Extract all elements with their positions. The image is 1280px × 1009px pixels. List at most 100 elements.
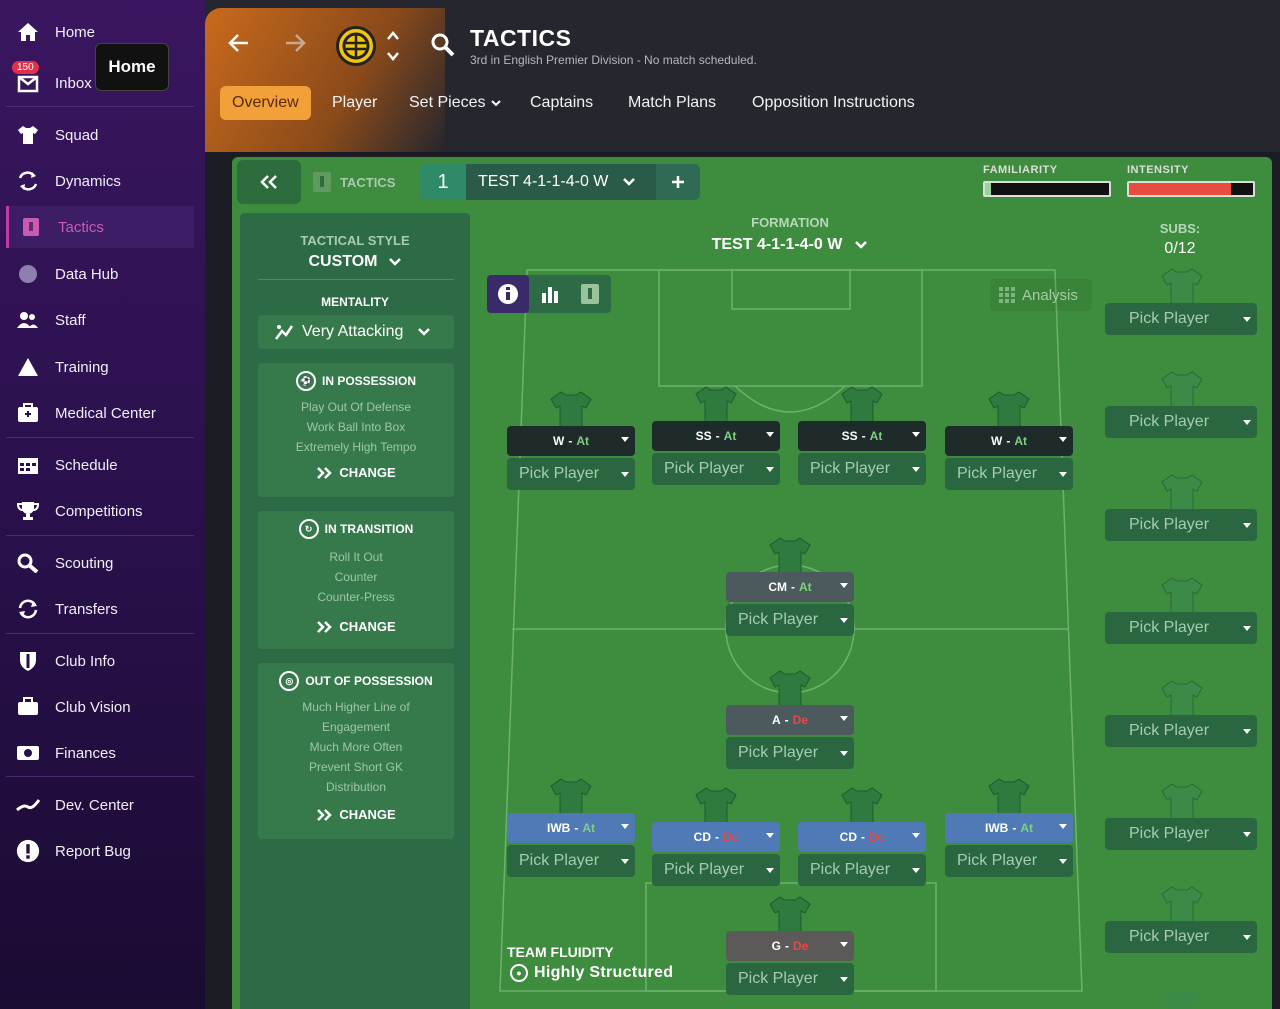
nav-label: Schedule — [55, 456, 118, 474]
pick-player-dropdown[interactable]: Pick Player — [945, 458, 1073, 490]
nav-competitions[interactable]: Competitions — [6, 490, 194, 532]
pick-player-dropdown[interactable]: Pick Player — [1105, 818, 1257, 850]
shirt-icon — [769, 537, 811, 576]
pick-player-dropdown[interactable]: Pick Player — [1105, 303, 1257, 335]
tab-opposition-instructions[interactable]: Opposition Instructions — [752, 86, 915, 120]
player-slot: G - De Pick Player — [726, 896, 854, 997]
pick-player-label: Pick Player — [519, 465, 600, 482]
tactics-icon — [313, 172, 331, 192]
nav-training[interactable]: Training — [6, 346, 194, 388]
analysis-button[interactable]: Analysis — [990, 279, 1092, 311]
nav-medical-center[interactable]: Medical Center — [6, 392, 194, 434]
pick-player-dropdown[interactable]: Pick Player — [507, 458, 635, 490]
pick-player-dropdown[interactable]: Pick Player — [1105, 509, 1257, 541]
pick-player-dropdown[interactable]: Pick Player — [798, 453, 926, 485]
role-dropdown[interactable]: SS - At — [798, 421, 926, 451]
in-possession-heading: ⚽ IN POSSESSION — [258, 371, 454, 391]
role-dropdown[interactable]: W - At — [507, 426, 635, 456]
tab-label: Captains — [530, 94, 594, 111]
role-dropdown[interactable]: CD - De — [652, 822, 780, 852]
sub-slot: Pick Player — [1105, 612, 1257, 644]
role-dropdown[interactable]: CD - De — [798, 822, 926, 852]
pick-player-dropdown[interactable]: Pick Player — [1105, 406, 1257, 438]
role-dropdown[interactable]: G - De — [726, 931, 854, 961]
pick-player-dropdown[interactable]: Pick Player — [1105, 612, 1257, 644]
in-possession-change-button[interactable]: CHANGE — [258, 465, 454, 480]
player-slot: SS - At Pick Player — [652, 386, 780, 487]
nav-finances[interactable]: Finances — [6, 732, 194, 774]
pick-player-dropdown[interactable]: Pick Player — [1105, 715, 1257, 747]
tactic-selector[interactable]: 1 TEST 4-1-1-4-0 W — [420, 164, 700, 200]
role-name: SS — [695, 429, 712, 443]
nav-dynamics[interactable]: Dynamics — [6, 160, 194, 202]
trophy-icon — [16, 499, 40, 523]
pick-player-dropdown[interactable]: Pick Player — [507, 845, 635, 877]
familiarity-meter[interactable] — [983, 181, 1111, 197]
caret-down-icon — [912, 467, 920, 472]
collapse-button[interactable] — [237, 160, 301, 204]
pick-player-dropdown[interactable]: Pick Player — [652, 854, 780, 886]
change-label: CHANGE — [339, 619, 396, 634]
info-view-button[interactable] — [487, 275, 529, 313]
add-tactic-button[interactable] — [656, 164, 700, 200]
search-button[interactable] — [430, 32, 456, 65]
nav-staff[interactable]: Staff — [6, 299, 194, 341]
tab-player[interactable]: Player — [332, 86, 377, 120]
in-transition-change-button[interactable]: CHANGE — [258, 619, 454, 634]
nav-club-info[interactable]: Club Info — [6, 640, 194, 682]
tab-match-plans[interactable]: Match Plans — [628, 86, 716, 120]
forward-button[interactable] — [282, 30, 308, 63]
formation-dropdown[interactable]: TEST 4-1-1-4-0 W — [470, 236, 1110, 254]
tab-overview[interactable]: Overview — [220, 86, 311, 120]
pick-player-dropdown[interactable]: Pick Player — [726, 737, 854, 769]
back-button[interactable] — [226, 30, 252, 63]
nav-data-hub[interactable]: Data Hub — [6, 253, 194, 295]
staff-icon — [16, 308, 40, 332]
stats-view-button[interactable] — [531, 275, 569, 313]
instruction-line: Much Higher Line of — [302, 700, 410, 714]
role-dropdown[interactable]: A - De — [726, 705, 854, 735]
nav-label: Club Info — [55, 652, 116, 670]
pick-player-dropdown[interactable]: Pick Player — [726, 604, 854, 636]
role-dropdown[interactable]: W - At — [945, 426, 1073, 456]
club-switcher[interactable] — [385, 28, 401, 71]
role-name: W — [553, 434, 565, 448]
pick-player-dropdown[interactable]: Pick Player — [945, 845, 1073, 877]
view-toggle-group — [487, 275, 611, 313]
role-dropdown[interactable]: IWB - At — [507, 813, 635, 843]
pick-player-dropdown[interactable]: Pick Player — [726, 963, 854, 995]
nav-club-vision[interactable]: Club Vision — [6, 686, 194, 728]
tab-set-pieces[interactable]: Set Pieces — [409, 86, 502, 120]
bar-chart-icon — [542, 287, 558, 303]
tactics-view-button[interactable] — [571, 275, 609, 313]
pick-player-dropdown[interactable]: Pick Player — [1105, 921, 1257, 953]
mentality-icon — [275, 325, 294, 340]
role-dropdown[interactable]: CM - At — [726, 572, 854, 602]
team-fluidity[interactable]: ● Highly Structured — [510, 964, 673, 982]
pick-player-dropdown[interactable]: Pick Player — [652, 453, 780, 485]
pick-player-dropdown[interactable]: Pick Player — [798, 854, 926, 886]
intensity-meter[interactable] — [1127, 181, 1255, 197]
nav-schedule[interactable]: Schedule — [6, 444, 194, 486]
tactical-style-dropdown[interactable]: CUSTOM — [240, 253, 470, 271]
nav-tactics[interactable]: Tactics — [6, 206, 194, 248]
club-crest[interactable] — [336, 26, 376, 66]
sub-slot: Pick Player — [1105, 818, 1257, 850]
sub-slot: Pick Player — [1105, 406, 1257, 438]
role-dropdown[interactable]: SS - At — [652, 421, 780, 451]
divider — [258, 279, 454, 280]
nav-scouting[interactable]: Scouting — [6, 542, 194, 584]
duty-name: At — [1020, 821, 1033, 835]
nav-transfers[interactable]: Transfers — [6, 588, 194, 630]
nav-squad[interactable]: Squad — [6, 114, 194, 156]
shirt-icon — [550, 391, 592, 430]
divider — [6, 535, 194, 536]
tab-captains[interactable]: Captains — [530, 86, 593, 120]
chevron-down-icon — [388, 258, 401, 266]
mentality-value: Very Attacking — [302, 323, 404, 340]
nav-dev-center[interactable]: Dev. Center — [6, 784, 194, 826]
nav-report-bug[interactable]: Report Bug — [6, 830, 194, 872]
out-of-possession-change-button[interactable]: CHANGE — [258, 807, 454, 822]
mentality-dropdown[interactable]: Very Attacking — [258, 315, 454, 349]
role-dropdown[interactable]: IWB - At — [945, 813, 1073, 843]
